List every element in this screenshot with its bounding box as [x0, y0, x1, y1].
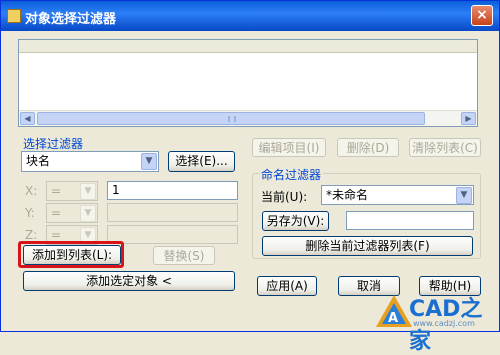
scroll-left-icon[interactable]: ◀ — [20, 112, 35, 125]
y-value-input[interactable] — [107, 203, 238, 222]
named-filters-label: 命名过滤器 — [259, 166, 324, 183]
x-operator-dropdown[interactable]: = ▼ — [46, 181, 98, 201]
current-filter-value: *未命名 — [326, 188, 369, 202]
scroll-thumb[interactable] — [37, 112, 425, 125]
add-selected-object-button[interactable]: 添加选定对象 < — [23, 271, 235, 291]
y-operator-value: = — [51, 206, 62, 220]
z-value-input[interactable] — [107, 225, 238, 244]
z-operator-value: = — [51, 228, 62, 242]
save-as-input[interactable] — [346, 211, 474, 230]
chevron-down-icon[interactable]: ▼ — [141, 153, 157, 170]
object-selection-filter-dialog: 对象选择过滤器 × ◀ ▶ 选择过滤器 块名 ▼ 选择(E)... X: = ▼… — [0, 0, 500, 354]
replace-button[interactable]: 替换(S) — [153, 246, 215, 265]
horizontal-scrollbar[interactable]: ◀ ▶ — [19, 110, 477, 126]
save-as-button[interactable]: 另存为(V): — [262, 211, 329, 231]
highlight-annotation — [18, 241, 124, 268]
filter-select-group-label: 选择过滤器 — [23, 137, 84, 151]
chevron-down-icon[interactable]: ▼ — [80, 205, 96, 222]
edit-item-button[interactable]: 编辑项目(I) — [252, 138, 326, 157]
list-header — [19, 40, 477, 53]
clear-list-button[interactable]: 清除列表(C) — [409, 138, 481, 157]
filter-type-value: 块名 — [26, 154, 51, 168]
close-button[interactable]: × — [471, 5, 493, 26]
svg-text:A: A — [388, 311, 398, 326]
x-label: X: — [25, 184, 38, 198]
chevron-down-icon[interactable]: ▼ — [456, 187, 472, 204]
scroll-right-icon[interactable]: ▶ — [461, 112, 476, 125]
x-value-input[interactable]: 1 — [107, 181, 238, 200]
x-operator-value: = — [51, 184, 62, 198]
dialog-title: 对象选择过滤器 — [25, 12, 117, 27]
app-icon — [7, 9, 21, 23]
z-label: Z: — [25, 228, 38, 242]
delete-current-filter-list-button[interactable]: 删除当前过滤器列表(F) — [262, 236, 473, 256]
y-label: Y: — [25, 206, 35, 220]
current-label: 当前(U): — [261, 190, 308, 204]
chevron-down-icon[interactable]: ▼ — [80, 183, 96, 200]
y-operator-dropdown[interactable]: = ▼ — [46, 203, 98, 223]
filter-list[interactable]: ◀ ▶ — [18, 39, 478, 127]
watermark-url: www.cadzj.com — [413, 319, 475, 328]
current-filter-dropdown[interactable]: *未命名 ▼ — [321, 185, 474, 205]
title-bar[interactable]: 对象选择过滤器 × — [1, 1, 499, 31]
select-button[interactable]: 选择(E)... — [168, 151, 235, 172]
apply-button[interactable]: 应用(A) — [257, 276, 317, 296]
cadzj-logo-icon: A — [376, 295, 412, 327]
grip-icon — [228, 116, 236, 122]
filter-type-dropdown[interactable]: 块名 ▼ — [21, 151, 159, 172]
delete-button[interactable]: 删除(D) — [337, 138, 399, 157]
